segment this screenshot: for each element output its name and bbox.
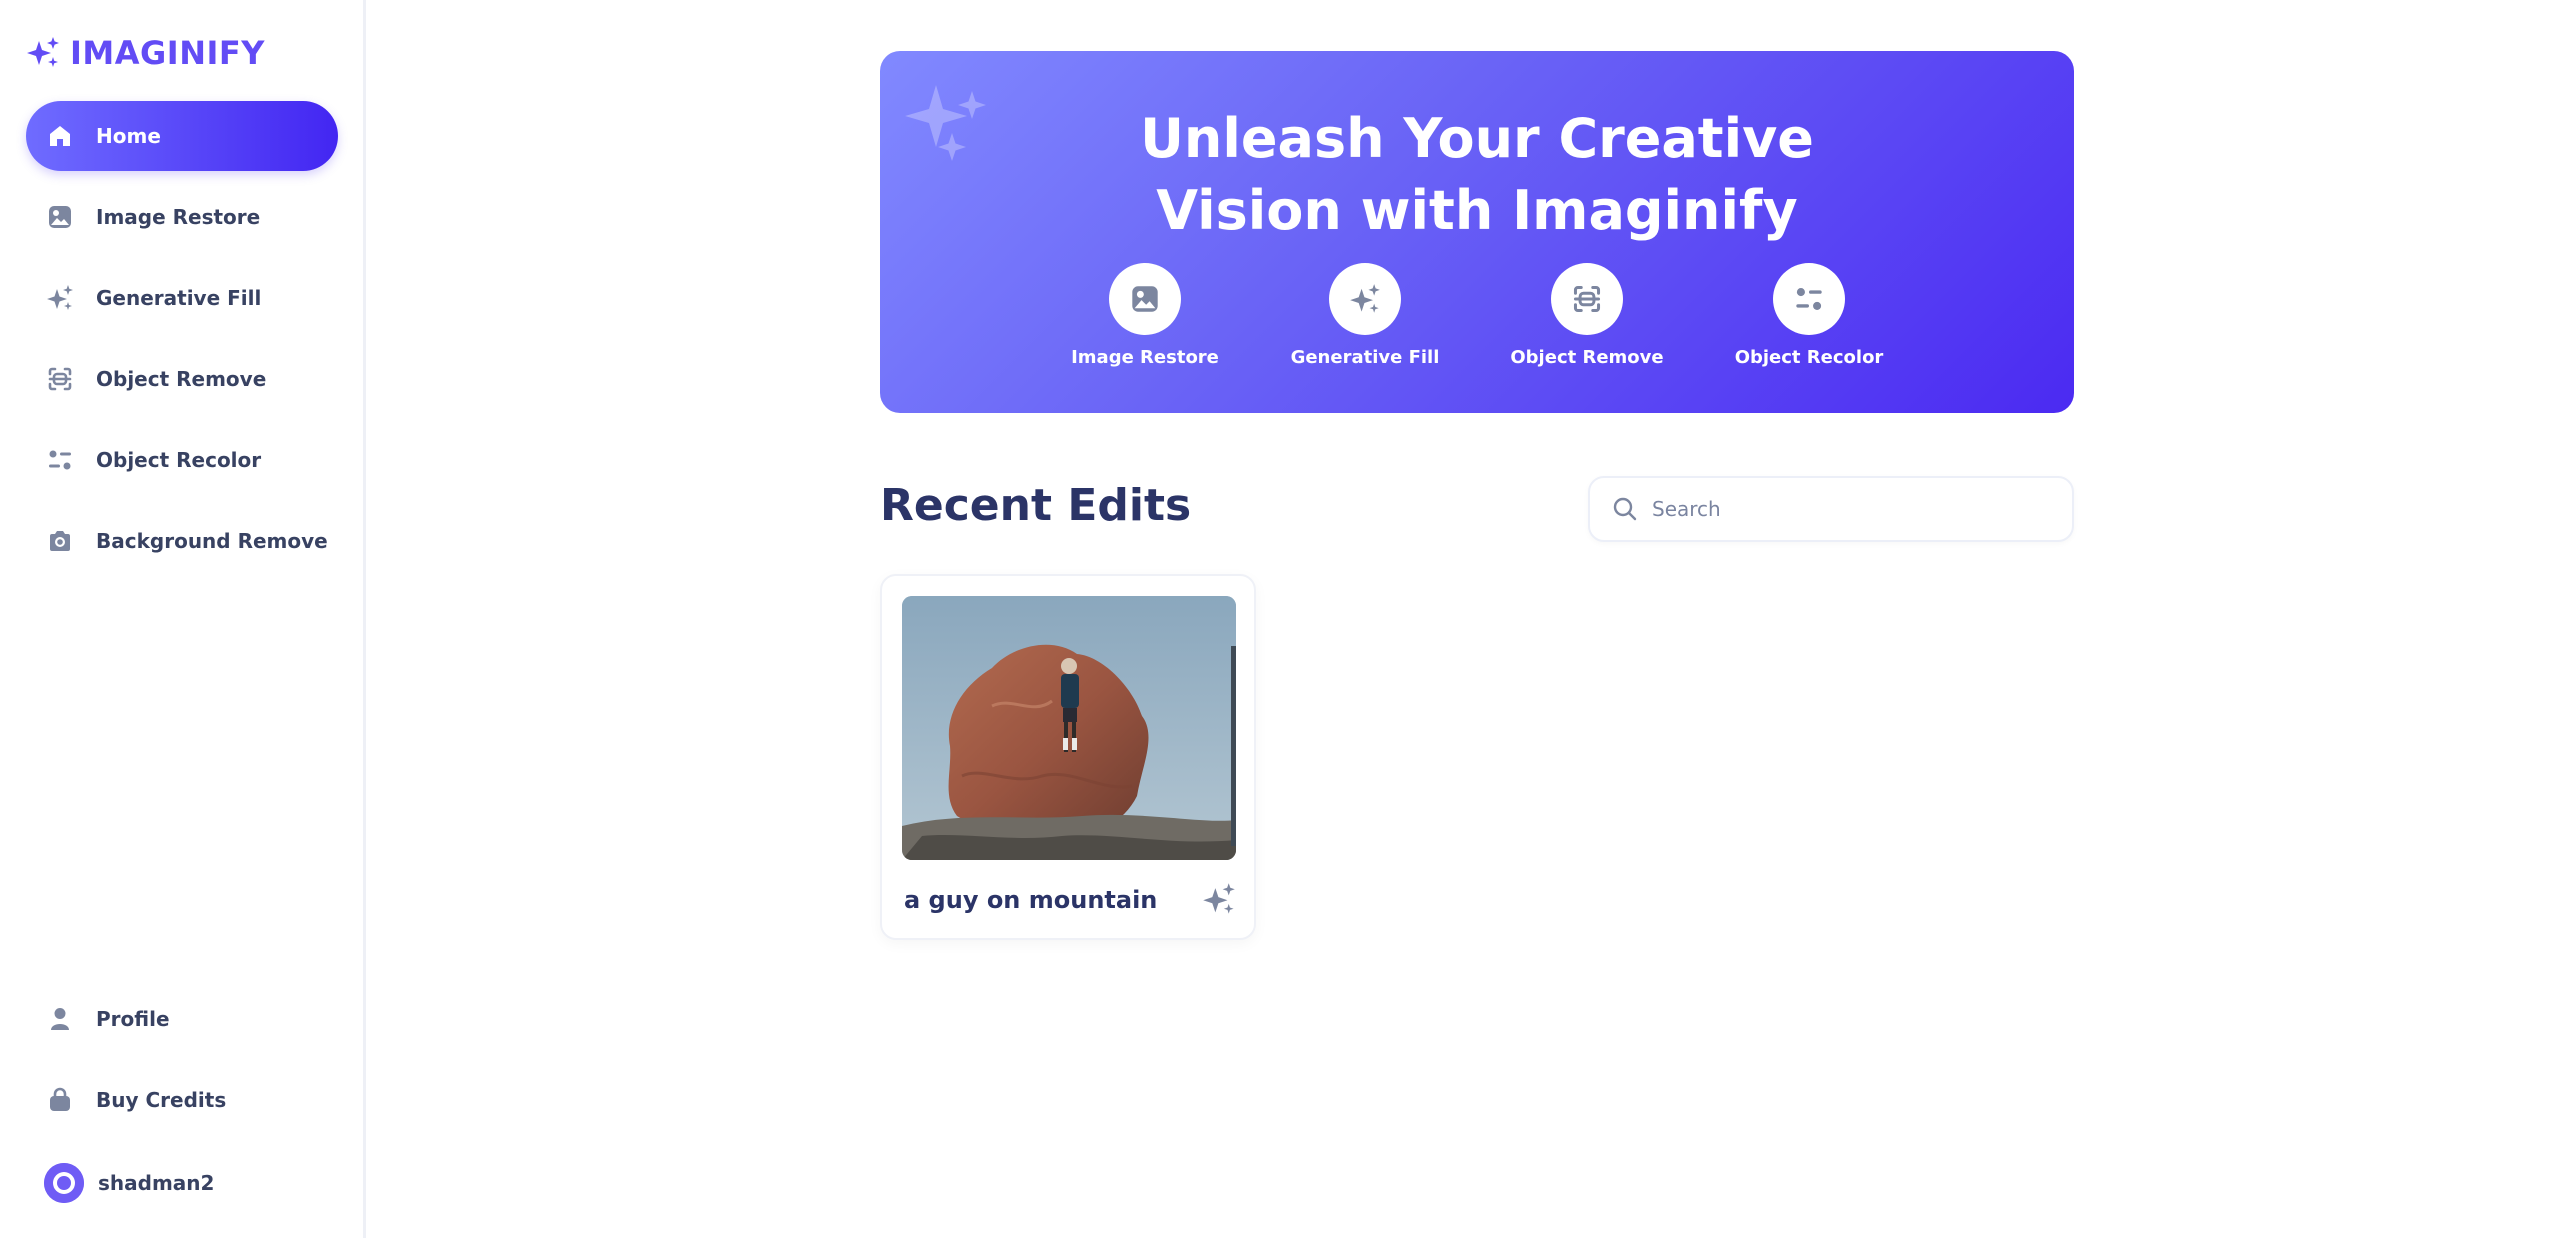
quick-link-generative-fill[interactable]: Generative Fill [1255, 263, 1475, 368]
quick-link-object-remove[interactable]: Object Remove [1477, 263, 1697, 368]
quick-link-circle[interactable] [1329, 263, 1401, 335]
bag-icon [46, 1086, 74, 1114]
avatar[interactable] [44, 1163, 84, 1203]
user-avatar-icon [44, 1163, 84, 1203]
profile-icon [46, 1005, 74, 1033]
filter-icon [1796, 288, 1822, 310]
image-icon [1132, 286, 1158, 312]
recent-edit-image[interactable] [902, 596, 1236, 860]
hero-banner: Unleash Your Creative Vision with Imagin… [880, 51, 2074, 413]
scan-icon [46, 365, 74, 393]
quick-link-circle[interactable] [1773, 263, 1845, 335]
search-bar[interactable] [1588, 476, 2074, 542]
quick-link-label: Generative Fill [1290, 347, 1440, 368]
mountain-photo [902, 596, 1236, 860]
quick-link-label: Object Remove [1510, 347, 1664, 368]
home-icon [46, 122, 74, 150]
sidebar-item-home[interactable]: Home [26, 101, 338, 171]
quick-link-label: Object Recolor [1734, 347, 1884, 368]
quick-link-image-restore[interactable]: Image Restore [1035, 263, 1255, 368]
sidebar-item-label: Home [96, 124, 161, 148]
image-icon [46, 203, 74, 231]
sidebar-item-label: Profile [96, 1007, 170, 1031]
sidebar-bottom-nav: Profile Buy Credits [26, 984, 338, 1146]
quick-link-circle[interactable] [1551, 263, 1623, 335]
stars-icon [46, 284, 74, 312]
hero-title-line-2: Vision with Imaginify [1156, 179, 1798, 242]
search-icon [1613, 497, 1637, 521]
sidebar-item-label: Background Remove [96, 529, 328, 553]
quick-link-circle[interactable] [1109, 263, 1181, 335]
sidebar-item-background-remove[interactable]: Background Remove [26, 506, 338, 576]
sidebar-item-label: Object Recolor [96, 448, 262, 472]
sidebar-item-object-recolor[interactable]: Object Recolor [26, 425, 338, 495]
sidebar-item-generative-fill[interactable]: Generative Fill [26, 263, 338, 333]
user-account[interactable]: shadman2 [44, 1163, 214, 1203]
stars-icon [1350, 284, 1380, 313]
sidebar-item-image-restore[interactable]: Image Restore [26, 182, 338, 252]
quick-link-object-recolor[interactable]: Object Recolor [1699, 263, 1919, 368]
scan-icon [1573, 285, 1601, 313]
logo-text: IMAGINIFY [70, 34, 265, 72]
sidebar-item-buy-credits[interactable]: Buy Credits [26, 1065, 338, 1135]
stars-icon [1203, 883, 1235, 914]
hero-title-line-1: Unleash Your Creative [1140, 107, 1814, 170]
sidebar: IMAGINIFY Home Image Restore Generative … [0, 0, 366, 1238]
logo[interactable]: IMAGINIFY [26, 34, 265, 72]
recent-edit-title: a guy on mountain [904, 886, 1158, 914]
sidebar-item-label: Generative Fill [96, 286, 262, 310]
sidebar-item-label: Object Remove [96, 367, 267, 391]
sidebar-item-label: Buy Credits [96, 1088, 227, 1112]
recent-edits-title: Recent Edits [880, 480, 1192, 531]
hero-title: Unleash Your Creative Vision with Imagin… [880, 103, 2074, 247]
camera-icon [46, 527, 74, 555]
sidebar-nav: Home Image Restore Generative Fill Objec… [26, 101, 338, 587]
user-name: shadman2 [98, 1171, 215, 1195]
sidebar-item-object-remove[interactable]: Object Remove [26, 344, 338, 414]
logo-stars-icon [27, 37, 59, 67]
sidebar-item-label: Image Restore [96, 205, 261, 229]
recent-edit-card[interactable]: a guy on mountain [880, 574, 1256, 940]
quick-link-label: Image Restore [1071, 347, 1219, 368]
search-input[interactable] [1652, 497, 2052, 521]
filter-icon [46, 446, 74, 474]
sidebar-item-profile[interactable]: Profile [26, 984, 338, 1054]
